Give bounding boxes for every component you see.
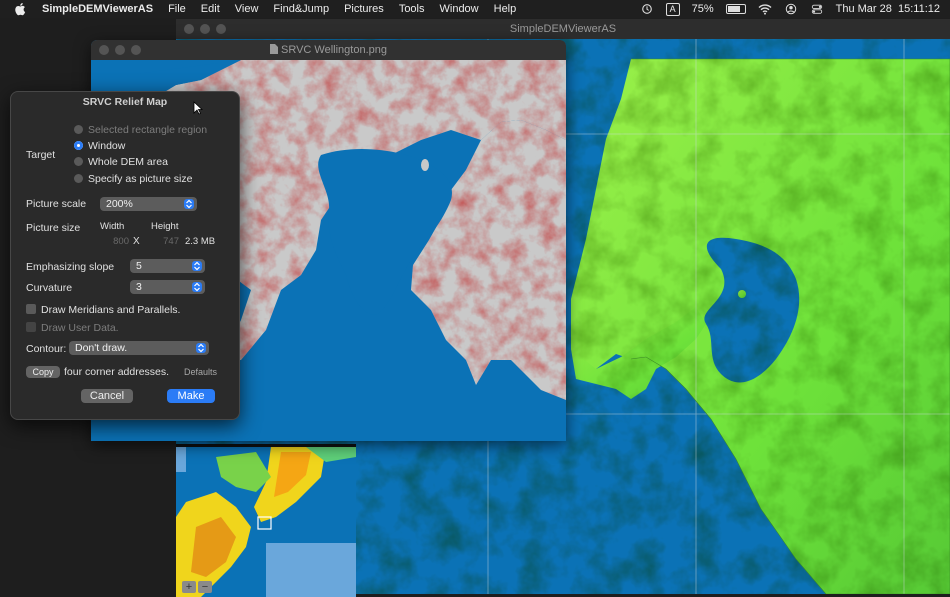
radio-window-button[interactable] bbox=[74, 141, 83, 150]
menu-view[interactable]: View bbox=[235, 0, 259, 18]
picture-size-label: Picture size bbox=[26, 222, 81, 234]
mouse-cursor-icon bbox=[193, 101, 203, 115]
meridians-checkbox-box[interactable] bbox=[26, 304, 36, 314]
radio-selected-rectangle-button[interactable] bbox=[74, 125, 83, 134]
contour-value: Don't draw. bbox=[75, 342, 128, 354]
document-icon bbox=[270, 44, 278, 54]
menu-pictures[interactable]: Pictures bbox=[344, 0, 384, 18]
emphasizing-slope-popup[interactable]: 5 bbox=[130, 259, 205, 273]
menu-window[interactable]: Window bbox=[440, 0, 479, 18]
srvc-relief-map-dialog[interactable]: SRVC Relief Map Target Selected rectangl… bbox=[10, 91, 240, 420]
copy-button[interactable]: Copy bbox=[26, 366, 60, 378]
battery-icon[interactable] bbox=[725, 4, 746, 14]
popup-chevron-icon bbox=[196, 343, 206, 353]
user-account-icon[interactable] bbox=[784, 3, 798, 15]
menu-find-jump[interactable]: Find&Jump bbox=[273, 0, 329, 18]
apple-icon[interactable] bbox=[14, 2, 28, 16]
meridians-label: Draw Meridians and Parallels. bbox=[41, 304, 181, 316]
minimap-image[interactable] bbox=[176, 447, 356, 597]
contour-label: Contour: bbox=[26, 343, 67, 355]
picture-scale-label: Picture scale bbox=[26, 198, 87, 210]
menu-bar: SimpleDEMViewerAS File Edit View Find&Ju… bbox=[0, 0, 950, 18]
main-window-titlebar[interactable]: SimpleDEMViewerAS bbox=[176, 19, 950, 39]
contour-popup[interactable]: Don't draw. bbox=[69, 341, 209, 355]
radio-selected-rectangle[interactable]: Selected rectangle region bbox=[74, 124, 207, 136]
width-field[interactable]: 800 bbox=[95, 236, 129, 247]
emphasizing-slope-value: 5 bbox=[136, 260, 142, 272]
menu-file[interactable]: File bbox=[168, 0, 186, 18]
radio-window-label: Window bbox=[88, 140, 126, 152]
dialog-title: SRVC Relief Map bbox=[82, 96, 168, 108]
height-label: Height bbox=[151, 221, 179, 232]
file-size-value: 2.3 MB bbox=[185, 236, 216, 247]
radio-whole-dem[interactable]: Whole DEM area bbox=[74, 156, 168, 168]
menu-edit[interactable]: Edit bbox=[201, 0, 220, 18]
radio-specify-size-label: Specify as picture size bbox=[88, 173, 193, 185]
make-button[interactable]: Make bbox=[167, 389, 215, 403]
cancel-button[interactable]: Cancel bbox=[81, 389, 133, 403]
time-machine-icon[interactable] bbox=[640, 3, 654, 15]
image-window-title: SRVC Wellington.png bbox=[281, 44, 387, 56]
popup-chevron-icon bbox=[192, 261, 202, 271]
defaults-button[interactable]: Defaults bbox=[184, 367, 217, 377]
image-window-titlebar[interactable]: SRVC Wellington.png bbox=[91, 40, 566, 60]
copy-suffix-label: four corner addresses. bbox=[64, 366, 170, 378]
curvature-value: 3 bbox=[136, 281, 142, 293]
wifi-icon[interactable] bbox=[758, 3, 772, 15]
popup-chevron-icon bbox=[192, 282, 202, 292]
meridians-checkbox[interactable]: Draw Meridians and Parallels. bbox=[26, 304, 180, 316]
overview-minimap[interactable]: + − bbox=[176, 444, 356, 597]
main-window-title: SimpleDEMViewerAS bbox=[509, 23, 617, 35]
picture-scale-popup[interactable]: 200% bbox=[100, 197, 197, 211]
popup-chevron-icon bbox=[184, 199, 194, 209]
emphasizing-slope-label: Emphasizing slope bbox=[26, 261, 115, 273]
radio-window[interactable]: Window bbox=[74, 140, 125, 152]
battery-percent: 75% bbox=[691, 3, 714, 15]
width-label: Width bbox=[100, 221, 125, 232]
input-source-icon[interactable]: A bbox=[665, 2, 680, 16]
radio-specify-size-button[interactable] bbox=[74, 174, 83, 183]
menu-app-name[interactable]: SimpleDEMViewerAS bbox=[42, 0, 153, 18]
menu-help[interactable]: Help bbox=[494, 0, 517, 18]
size-x-label: X bbox=[133, 236, 140, 247]
user-data-label: Draw User Data. bbox=[41, 322, 119, 334]
user-data-checkbox-box[interactable] bbox=[26, 322, 36, 332]
menu-clock[interactable]: Thu Mar 28 15:11:12 bbox=[836, 3, 940, 15]
curvature-popup[interactable]: 3 bbox=[130, 280, 205, 294]
height-field[interactable]: 747 bbox=[145, 236, 179, 247]
target-label: Target bbox=[26, 149, 56, 161]
picture-scale-value: 200% bbox=[106, 198, 133, 210]
minimap-zoom-in-button[interactable]: + bbox=[182, 581, 196, 593]
control-center-icon[interactable] bbox=[810, 3, 824, 15]
radio-specify-size[interactable]: Specify as picture size bbox=[74, 173, 192, 185]
minimap-zoom-out-button[interactable]: − bbox=[198, 581, 212, 593]
curvature-label: Curvature bbox=[26, 282, 73, 294]
radio-selected-rectangle-label: Selected rectangle region bbox=[88, 124, 208, 136]
user-data-checkbox[interactable]: Draw User Data. bbox=[26, 322, 119, 334]
radio-whole-dem-button[interactable] bbox=[74, 157, 83, 166]
radio-whole-dem-label: Whole DEM area bbox=[88, 156, 168, 168]
menu-tools[interactable]: Tools bbox=[399, 0, 425, 18]
